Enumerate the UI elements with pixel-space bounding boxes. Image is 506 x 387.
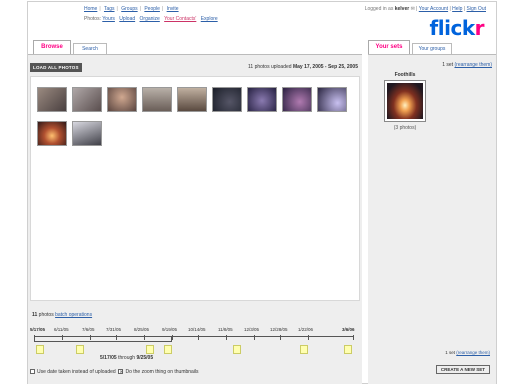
rearrange-link[interactable]: (rearrange them) [454, 62, 492, 68]
photo-thumb-4[interactable] [142, 87, 172, 112]
photo-thumb-1[interactable] [37, 87, 67, 112]
nav-contacts[interactable]: Your Contacts' [164, 16, 196, 22]
photo-thumb-9[interactable] [317, 87, 347, 112]
timeline-label: 1/22/06 [298, 327, 314, 332]
timeline-marker[interactable] [233, 345, 241, 354]
timeline-label: 8/25/05 [134, 327, 150, 332]
timeline-label: 5/17/05 [30, 327, 46, 332]
username: kelver [394, 6, 410, 12]
timeline-options: Use date taken instead of uploaded ✕ Do t… [30, 369, 199, 375]
photo-thumb-10[interactable] [37, 121, 67, 146]
photo-count: 11 photos batch operations [32, 312, 93, 318]
timeline-label: 6/11/05 [54, 327, 69, 332]
account-bar: Logged in as kelver ✉ | Your Account | H… [364, 6, 486, 12]
timeline-label: 3/6/06 [342, 327, 355, 332]
timeline-selection[interactable] [34, 336, 172, 342]
logged-in-label: Logged in as [364, 6, 394, 12]
timeline-label: 11/8/05 [218, 327, 233, 332]
photo-thumb-5[interactable] [177, 87, 207, 112]
timeline-range: 5/17/05 through 9/25/05 [100, 355, 154, 361]
date-taken-label: Use date taken instead of uploaded [37, 369, 116, 375]
organizer-window: Home | Tags | Groups | People | Invite Photo… [27, 1, 497, 384]
set-count-bottom: 1 set (rearrange them) [445, 350, 490, 355]
upload-info: 11 photos uploaded May 17, 2005 - Sep 25… [248, 64, 358, 70]
photo-thumb-7[interactable] [247, 87, 277, 112]
zoom-label: Do the zoom thing on thumbnails [125, 369, 199, 375]
tab-your-sets[interactable]: Your sets [368, 40, 410, 54]
nav-upload[interactable]: Upload [119, 16, 135, 22]
timeline-marker[interactable] [36, 345, 44, 354]
nav-home[interactable]: Home [84, 6, 97, 12]
mail-icon[interactable]: ✉ [411, 6, 415, 12]
top-nav: Home | Tags | Groups | People | Invite [84, 6, 179, 12]
photos-label: Photos: [84, 16, 101, 22]
set-cover-photo [387, 83, 423, 119]
tab-your-groups[interactable]: Your groups [412, 43, 452, 54]
nav-invite[interactable]: Invite [167, 6, 179, 12]
timeline-labels: 5/17/05 6/11/05 7/6/05 7/31/05 8/25/05 9… [30, 327, 360, 334]
tab-search[interactable]: Search [73, 43, 107, 54]
photo-thumb-11[interactable] [72, 121, 102, 146]
your-account-link[interactable]: Your Account [419, 6, 448, 12]
photo-thumb-8[interactable] [282, 87, 312, 112]
timeline-marker[interactable] [344, 345, 352, 354]
upload-range: May 17, 2005 - Sep 25, 2005 [292, 64, 358, 70]
help-link[interactable]: Help [452, 6, 462, 12]
sets-panel: 1 set (rearrange them) Foothills (3 phot… [368, 54, 496, 384]
timeline-marker[interactable] [76, 345, 84, 354]
timeline-label: 9/19/05 [162, 327, 178, 332]
timeline-marker[interactable] [300, 345, 308, 354]
set-count: 1 set (rearrange them) [442, 62, 492, 68]
photos-nav: Photos: Yours Upload Organize Your Conta… [84, 16, 221, 22]
sign-out-link[interactable]: Sign Out [467, 6, 486, 12]
browse-panel: LOAD ALL PHOTOS 11 photos uploaded May 1… [28, 54, 362, 384]
timeline-label: 7/6/05 [82, 327, 95, 332]
set-name: Foothills [394, 72, 416, 78]
timeline-marker[interactable] [164, 345, 172, 354]
nav-yours[interactable]: Yours [102, 16, 115, 22]
photo-thumb-6[interactable] [212, 87, 242, 112]
batch-operations-link[interactable]: batch operations [55, 312, 92, 318]
flickr-logo[interactable]: flickr [430, 16, 485, 40]
nav-explore[interactable]: Explore [201, 16, 218, 22]
nav-people[interactable]: People [144, 6, 160, 12]
set-thumbnail[interactable] [384, 80, 426, 122]
photo-thumb-3[interactable] [107, 87, 137, 112]
set-photo-count: (3 photos) [393, 125, 417, 131]
rearrange-link-bottom[interactable]: (rearrange them) [456, 350, 490, 355]
timeline-label: 10/14/05 [188, 327, 206, 332]
photo-grid [30, 76, 360, 301]
photo-thumb-2[interactable] [72, 87, 102, 112]
date-taken-checkbox[interactable] [30, 369, 35, 375]
timeline-label: 7/31/05 [106, 327, 122, 332]
timeline-marker[interactable] [146, 345, 154, 354]
zoom-checkbox[interactable]: ✕ [118, 369, 124, 375]
timeline-label: 12/3/05 [244, 327, 260, 332]
nav-organize[interactable]: Organize [140, 16, 160, 22]
nav-groups[interactable]: Groups [121, 6, 137, 12]
create-new-set-button[interactable]: CREATE A NEW SET [435, 365, 490, 374]
timeline: 5/17/05 6/11/05 7/6/05 7/31/05 8/25/05 9… [30, 327, 360, 355]
timeline-label: 12/28/05 [270, 327, 288, 332]
nav-tags[interactable]: Tags [104, 6, 115, 12]
load-all-photos-button[interactable]: LOAD ALL PHOTOS [30, 63, 82, 72]
tab-browse[interactable]: Browse [33, 40, 71, 54]
